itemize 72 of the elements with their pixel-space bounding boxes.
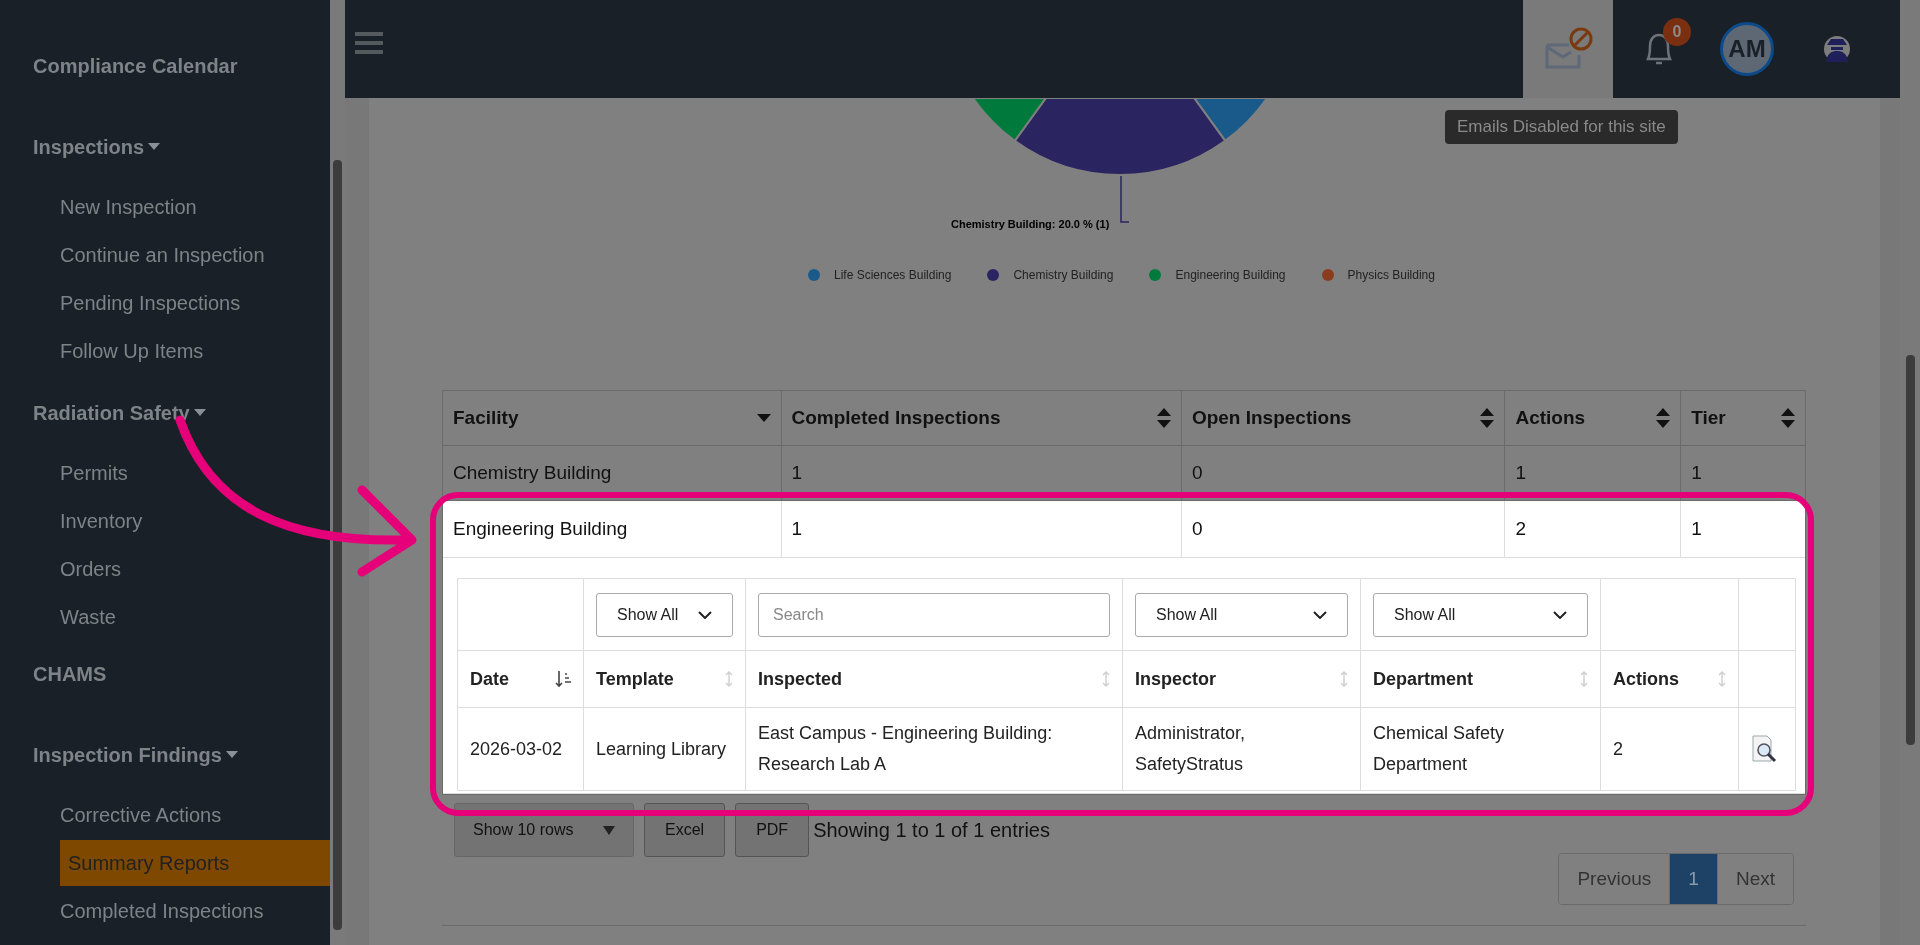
search-field[interactable]: Search [758,592,1110,637]
page-scrollbar[interactable] [1900,0,1920,945]
pagination-button[interactable]: Previous [1559,854,1671,904]
notification-count-badge: 0 [1663,18,1691,46]
legend-label[interactable]: Physics Building [1347,266,1435,284]
column-header[interactable]: Open Inspections [1181,391,1506,445]
sidebar-section-link[interactable]: CHAMS [33,659,107,689]
table-cell: Chemical Safety Department [1360,707,1601,791]
column-header[interactable]: Actions [1505,391,1682,445]
table-row[interactable]: Engineering Building 1 0 2 1 [443,501,1805,558]
column-header[interactable]: Inspected [745,650,1123,708]
legend-label[interactable]: Life Sciences Building [834,266,952,284]
pagination-button[interactable]: 1 [1670,854,1718,904]
sidebar-item[interactable]: Inventory [60,506,143,536]
column-header[interactable]: Template [583,650,746,708]
sidebar-item[interactable]: New Inspection [60,192,197,222]
menu-icon[interactable] [355,32,383,54]
sidebar-section-link[interactable]: Compliance Calendar [33,51,238,81]
sidebar-item[interactable]: Orders [60,554,122,584]
table-cell: 0 [1181,501,1506,557]
sidebar-item[interactable]: Follow Up Items [60,336,204,366]
table-cell: 0 [1181,446,1506,500]
column-header[interactable]: Tier [1681,391,1805,445]
sidebar-section-toggle[interactable]: Inspection Findings [0,734,238,776]
table-cell: Engineering Building [443,501,782,557]
column-header[interactable]: Department [1360,650,1601,708]
filter-dropdown[interactable]: Show All [1135,592,1348,637]
magnifier-document-icon[interactable] [1751,735,1777,763]
column-header[interactable]: Inspector [1122,650,1361,708]
leader-line [1119,176,1131,224]
chevron-down-icon [698,610,712,619]
table-cell: 2 [1505,501,1682,557]
sidebar-item[interactable]: Completed Inspections [60,896,264,926]
table-cell: East Campus - Engineering Building: Research Lab A [745,707,1123,791]
column-header[interactable]: Actions [1600,650,1739,708]
table-cell: Chemistry Building [443,446,782,500]
sidebar-item[interactable]: Waste [60,602,116,632]
table-cell: 1 [781,501,1182,557]
caret-icon [148,143,161,151]
caret-icon [225,751,238,759]
table-cell: 1 [781,446,1182,500]
sidebar-item[interactable]: Continue an Inspection [60,240,265,270]
chart-callout-label: Chemistry Building: 20.0 % (1) [951,217,1110,232]
table-cell: 2 [1600,707,1739,791]
tooltip: Emails Disabled for this site [1445,110,1678,144]
legend-label[interactable]: Engineering Building [1175,266,1286,284]
filter-dropdown[interactable]: Show All [596,592,733,637]
sidebar-item[interactable]: Permits [60,458,128,488]
table-cell: Learning Library [583,707,746,791]
caret-icon [603,825,615,835]
user-avatar[interactable]: AM [1720,22,1774,76]
table-cell: 2026-03-02 [457,707,584,791]
table-cell-text: 1 [1690,516,1703,541]
column-header[interactable]: Date [457,650,584,708]
sidebar-item[interactable]: Pending Inspections [60,288,241,318]
chevron-down-icon [1313,610,1327,619]
spy-icon[interactable] [1824,35,1850,63]
filter-dropdown[interactable]: Show All [1373,592,1588,637]
entries-info: Showing 1 to 1 of 1 entries [813,818,1050,843]
table-cell: Administrator, SafetyStratus [1122,707,1361,791]
table-cell: 1 [1505,446,1682,500]
sidebar-scrollbar[interactable] [330,0,345,945]
table-cell-text: 1 [1690,460,1703,485]
column-header[interactable]: Completed Inspections [781,391,1182,445]
caret-icon [193,409,206,417]
legend-label[interactable]: Chemistry Building [1013,266,1114,284]
sidebar-section-toggle[interactable]: Inspections [0,126,161,168]
column-header[interactable]: Facility [443,391,782,445]
sidebar-item[interactable]: Summary Reports [60,840,330,886]
sidebar-item[interactable]: Corrective Actions [60,800,222,830]
chevron-down-icon [1553,610,1567,619]
envelope-blocked-icon [1543,27,1593,71]
